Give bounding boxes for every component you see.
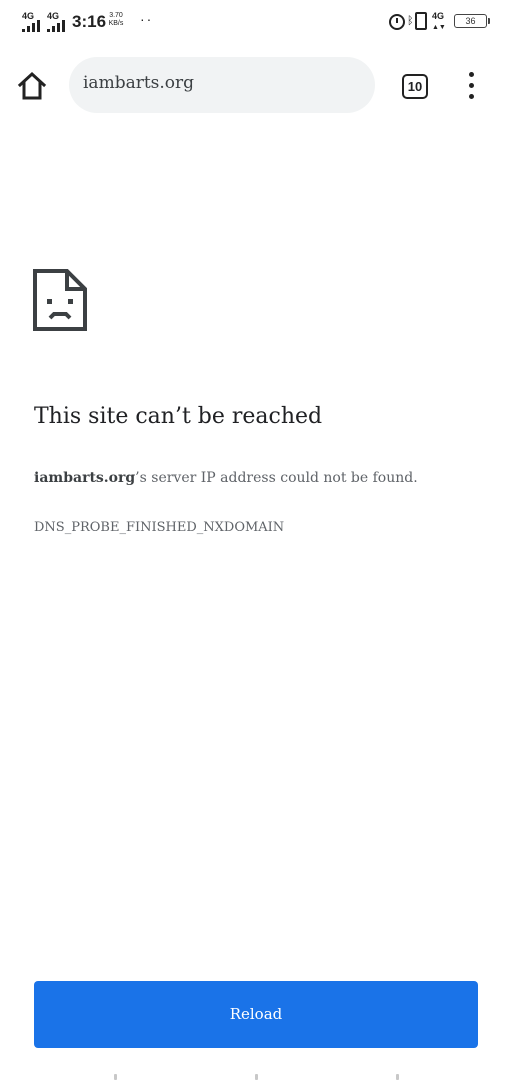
tab-switcher-button[interactable]: 10 xyxy=(402,74,428,99)
notification-dots: ·· xyxy=(140,11,154,27)
signal-icon: 4G xyxy=(22,12,44,32)
sad-page-icon xyxy=(33,269,87,331)
home-icon xyxy=(17,71,47,100)
error-code: DNS_PROBE_FINISHED_NXDOMAIN xyxy=(34,520,285,535)
battery-icon: 36 xyxy=(454,14,490,28)
error-title: This site can’t be reached xyxy=(34,404,323,429)
status-time: 3:16 xyxy=(72,12,107,31)
nav-bar-hint xyxy=(396,1074,399,1080)
tab-count: 10 xyxy=(407,79,423,94)
error-domain: iambarts.org xyxy=(34,470,136,486)
speed-unit: KB/s xyxy=(108,20,124,27)
browser-toolbar: iambarts.org 10 xyxy=(0,48,512,124)
url-text[interactable]: iambarts.org xyxy=(83,73,194,93)
network-speed: 3.70 KB/s xyxy=(108,12,124,28)
error-description: iambarts.org’s server IP address could n… xyxy=(34,470,418,486)
reload-button[interactable]: Reload xyxy=(34,981,478,1048)
nav-bar-hint xyxy=(114,1074,117,1080)
address-bar[interactable]: iambarts.org xyxy=(69,57,375,113)
vibrate-icon xyxy=(415,12,427,30)
mobile-data-icon: 4G ▲▼ xyxy=(432,11,446,31)
nav-bar-hint xyxy=(255,1074,258,1080)
status-bar: 4G 4G 3:16 3.70 KB/s ·· ᛒ 4G ▲▼ 36 xyxy=(0,0,512,44)
home-button[interactable] xyxy=(14,68,50,104)
error-description-text: ’s server IP address could not be found. xyxy=(135,470,418,486)
alarm-icon xyxy=(389,14,405,30)
data-network-label: 4G xyxy=(432,11,445,21)
signal-icon: 4G xyxy=(47,12,69,32)
more-options-button[interactable] xyxy=(460,70,484,102)
battery-level: 36 xyxy=(465,16,476,26)
speed-value: 3.70 xyxy=(109,12,123,19)
bluetooth-icon: ᛒ xyxy=(407,15,414,27)
